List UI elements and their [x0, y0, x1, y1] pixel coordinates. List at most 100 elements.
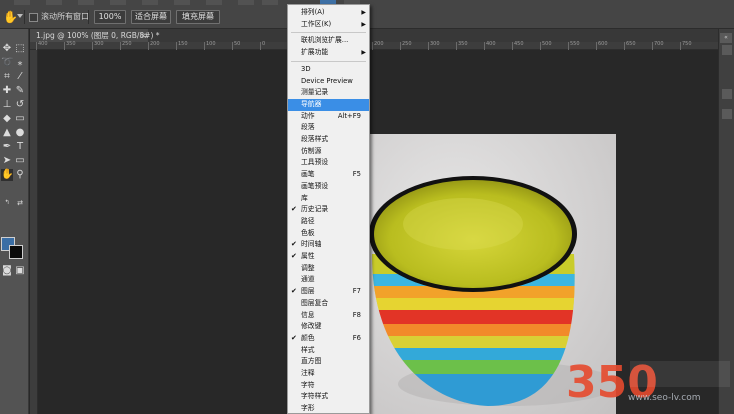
menu-item-label: 段落	[301, 123, 315, 132]
menu-item-label: 字形	[301, 404, 315, 413]
healing-brush-icon[interactable]: ✚	[1, 85, 13, 97]
menu-item[interactable]: 仿制源	[288, 146, 369, 158]
hand-tool-icon[interactable]: ✋	[3, 10, 18, 24]
ruler-tick-label: 150	[178, 41, 188, 47]
rectangle-tool-icon[interactable]: ▭	[14, 155, 26, 167]
checkmark-icon: ✔	[291, 252, 297, 260]
ruler-tick-label: 650	[626, 41, 636, 47]
menu-item[interactable]: 字符	[288, 380, 369, 392]
eraser-icon[interactable]: ◆	[1, 113, 13, 125]
menu-item[interactable]: 信息 F8	[288, 310, 369, 322]
menu-item[interactable]: 画笔预设	[288, 181, 369, 193]
menu-item[interactable]: 库	[288, 193, 369, 205]
move-tool-icon[interactable]: ✥	[1, 43, 13, 55]
chevron-down-icon[interactable]	[17, 14, 23, 18]
magic-wand-icon[interactable]: ⁎	[14, 57, 26, 69]
marquee-tool-icon[interactable]: ⬚	[14, 43, 26, 55]
screen-mode-icon[interactable]: ▣	[14, 265, 26, 277]
vertical-ruler[interactable]	[30, 50, 38, 414]
menu-item[interactable]: ✔ 颜色 F6	[288, 333, 369, 345]
ruler-tick	[596, 42, 597, 50]
menu-item[interactable]: 3D	[288, 64, 369, 76]
menu-item[interactable]: 色板	[288, 228, 369, 240]
menu-item[interactable]: ✔ 历史记录	[288, 204, 369, 216]
brush-tool-icon[interactable]: ✎	[14, 85, 26, 97]
menu-item-label: 调整	[301, 263, 315, 272]
ruler-tick	[260, 42, 261, 50]
menu-item[interactable]: 修改键	[288, 321, 369, 333]
menu-item-shortcut: F7	[352, 287, 361, 296]
hand-tool-icon[interactable]: ✋	[1, 169, 13, 181]
quick-mask-icon[interactable]: ◙	[1, 265, 13, 277]
zoom-100-button[interactable]: 100%	[94, 10, 126, 24]
menu-item[interactable]: 扩展功能 ▶	[288, 47, 369, 59]
menu-item-label: 样式	[301, 345, 315, 354]
blur-tool-icon[interactable]: ▲	[1, 127, 13, 139]
pen-tool-icon[interactable]: ✒	[1, 141, 13, 153]
fill-screen-button[interactable]: 填充屏幕	[176, 10, 220, 24]
eyedropper-icon[interactable]: ⁄	[14, 71, 26, 83]
menu-item[interactable]: 导航器	[288, 98, 369, 111]
path-select-icon[interactable]: ➤	[1, 155, 13, 167]
menu-item-label: 仿制源	[301, 146, 322, 155]
close-icon[interactable]: ×	[140, 29, 147, 42]
menu-item[interactable]: 画笔 F5	[288, 169, 369, 181]
ruler-tick-label: 50	[234, 41, 241, 47]
menu-item-label: 画笔	[301, 170, 315, 179]
ruler-tick	[680, 42, 681, 50]
menu-item[interactable]: 路径	[288, 216, 369, 228]
menu-item[interactable]: 段落样式	[288, 134, 369, 146]
collapse-panels-icon[interactable]: «	[720, 33, 732, 43]
menu-item[interactable]: 样式	[288, 345, 369, 357]
menu-item[interactable]: 图层复合	[288, 298, 369, 310]
menu-item[interactable]: 排列(A) ▶	[288, 7, 369, 19]
background-color-swatch[interactable]	[9, 245, 23, 259]
zoom-tool-icon[interactable]: ⚲	[14, 169, 26, 181]
panel-button[interactable]	[722, 109, 732, 119]
menu-item[interactable]: ✔ 属性	[288, 251, 369, 263]
menu-item[interactable]: 工作区(K) ▶	[288, 19, 369, 31]
stamp-tool-icon[interactable]: ⊥	[1, 99, 13, 111]
menu-item[interactable]: 工具预设	[288, 157, 369, 169]
panel-button[interactable]	[722, 89, 732, 99]
dodge-tool-icon[interactable]: ●	[14, 127, 26, 139]
menu-item[interactable]: 调整	[288, 263, 369, 275]
menu-item[interactable]: 动作 Alt+F9	[288, 111, 369, 123]
type-tool-icon[interactable]: T	[14, 141, 26, 153]
menu-item[interactable]: Device Preview	[288, 76, 369, 88]
lasso-tool-icon[interactable]: ➰	[1, 57, 13, 69]
history-brush-icon[interactable]: ↺	[14, 99, 26, 111]
ruler-tick-label: 550	[570, 41, 580, 47]
scroll-all-windows-checkbox[interactable]	[29, 13, 38, 22]
menu-item-shortcut: F5	[352, 170, 361, 179]
menu-item[interactable]: 直方图	[288, 356, 369, 368]
photoshop-window: ✋ 滚动所有窗口 100% 适合屏幕 填充屏幕 ✥ ⬚ ➰ ⁎ ⌗ ⁄ ✚ ✎ …	[0, 0, 734, 414]
ruler-tick	[456, 42, 457, 50]
crop-tool-icon[interactable]: ⌗	[1, 71, 13, 83]
menu-item[interactable]: 字符样式	[288, 391, 369, 403]
swap-arrow-icon[interactable]: ⇄	[14, 197, 26, 209]
menu-item[interactable]: 字形	[288, 403, 369, 414]
menu-item[interactable]: 通道	[288, 274, 369, 286]
ruler-tick-label: 0	[262, 41, 266, 47]
menu-item-label: 修改键	[301, 322, 322, 331]
menu-item[interactable]: ✔ 时间轴	[288, 239, 369, 251]
menu-item-label: 扩展功能	[301, 48, 329, 57]
ruler-tick-label: 200	[374, 41, 384, 47]
ruler-tick	[64, 42, 65, 50]
panel-button[interactable]	[722, 45, 732, 55]
watermark-logo: 350	[566, 357, 730, 408]
ruler-tick	[36, 42, 37, 50]
menu-item[interactable]: 注释	[288, 368, 369, 380]
ruler-tick	[120, 42, 121, 50]
menu-item[interactable]: 联机浏览扩展...	[288, 35, 369, 47]
ruler-tick	[568, 42, 569, 50]
divider	[88, 10, 89, 24]
swap-colors-icon[interactable]: ↰	[1, 197, 13, 209]
menu-item[interactable]: ✔ 图层 F7	[288, 286, 369, 298]
gradient-tool-icon[interactable]: ▭	[14, 113, 26, 125]
menu-item[interactable]: 段落	[288, 122, 369, 134]
horizontal-ruler[interactable]: 4003503002502001501005005010015020025030…	[30, 41, 718, 50]
menu-item[interactable]: 测量记录	[288, 87, 369, 99]
fit-screen-button[interactable]: 适合屏幕	[131, 10, 171, 24]
